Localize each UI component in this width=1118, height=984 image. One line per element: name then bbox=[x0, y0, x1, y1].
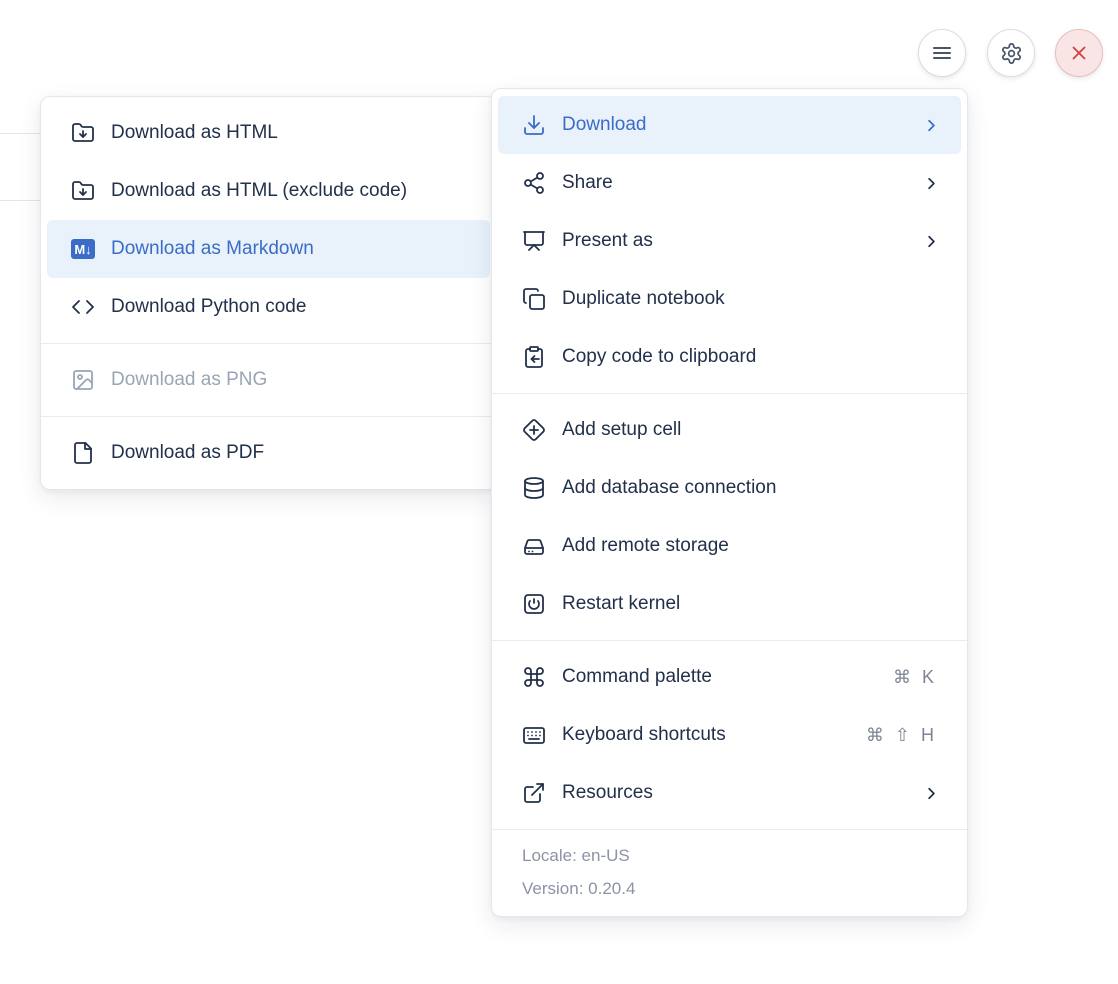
submenu-group: Download as HTML Download as HTML (exclu… bbox=[41, 97, 496, 343]
menu-item-label: Present as bbox=[562, 230, 913, 252]
menu-item-duplicate-notebook[interactable]: Duplicate notebook bbox=[498, 270, 961, 328]
chevron-right-icon bbox=[921, 115, 941, 135]
chevron-right-icon bbox=[921, 173, 941, 193]
menu-item-download[interactable]: Download bbox=[498, 96, 961, 154]
share-icon bbox=[522, 171, 546, 195]
menu-item-label: Copy code to clipboard bbox=[562, 346, 941, 368]
menu-item-label: Duplicate notebook bbox=[562, 288, 941, 310]
chevron-right-icon bbox=[921, 783, 941, 803]
locale-text: Locale: en-US bbox=[492, 839, 967, 872]
keyboard-icon bbox=[522, 723, 546, 747]
notebook-menu: Download Share Present as bbox=[491, 88, 968, 917]
menu-item-label: Add database connection bbox=[562, 477, 941, 499]
square-power-icon bbox=[522, 592, 546, 616]
menu-item-download-python-code[interactable]: Download Python code bbox=[47, 278, 490, 336]
menu-item-label: Share bbox=[562, 172, 913, 194]
menu-item-label: Download Python code bbox=[111, 296, 470, 318]
menu-item-copy-code-to-clipboard[interactable]: Copy code to clipboard bbox=[498, 328, 961, 386]
gear-icon bbox=[1000, 42, 1023, 65]
markdown-icon: M↓ bbox=[71, 237, 95, 261]
menu-footer: Locale: en-US Version: 0.20.4 bbox=[492, 830, 967, 916]
download-submenu: Download as HTML Download as HTML (exclu… bbox=[40, 96, 497, 490]
menu-item-label: Command palette bbox=[562, 666, 885, 688]
menu-item-resources[interactable]: Resources bbox=[498, 764, 961, 822]
close-icon bbox=[1068, 42, 1090, 64]
menu-item-label: Download as Markdown bbox=[111, 238, 470, 260]
command-icon bbox=[522, 665, 546, 689]
menu-item-add-remote-storage[interactable]: Add remote storage bbox=[498, 517, 961, 575]
menu-group: Command palette ⌘ K Keyboard shortcuts ⌘… bbox=[492, 641, 967, 829]
file-icon bbox=[71, 441, 95, 465]
menu-item-download-as-png: Download as PNG bbox=[47, 351, 490, 409]
presentation-icon bbox=[522, 229, 546, 253]
close-button[interactable] bbox=[1055, 29, 1103, 77]
diamond-plus-icon bbox=[522, 418, 546, 442]
code-icon bbox=[71, 295, 95, 319]
clipboard-copy-icon bbox=[522, 345, 546, 369]
menu-item-add-setup-cell[interactable]: Add setup cell bbox=[498, 401, 961, 459]
menu-group: Download Share Present as bbox=[492, 89, 967, 393]
folder-download-icon bbox=[71, 179, 95, 203]
submenu-group: Download as PNG bbox=[41, 344, 496, 416]
menu-item-command-palette[interactable]: Command palette ⌘ K bbox=[498, 648, 961, 706]
menu-item-keyboard-shortcuts[interactable]: Keyboard shortcuts ⌘ ⇧ H bbox=[498, 706, 961, 764]
shortcut-hint: ⌘ K bbox=[893, 667, 937, 688]
menu-item-label: Download as HTML bbox=[111, 122, 470, 144]
copy-icon bbox=[522, 287, 546, 311]
menu-item-label: Resources bbox=[562, 782, 913, 804]
settings-button[interactable] bbox=[987, 29, 1035, 77]
menu-item-present-as[interactable]: Present as bbox=[498, 212, 961, 270]
menu-item-add-database-connection[interactable]: Add database connection bbox=[498, 459, 961, 517]
menu-item-label: Keyboard shortcuts bbox=[562, 724, 858, 746]
background-divider bbox=[0, 200, 40, 201]
menu-item-restart-kernel[interactable]: Restart kernel bbox=[498, 575, 961, 633]
hamburger-icon bbox=[930, 41, 954, 65]
menu-item-label: Download as HTML (exclude code) bbox=[111, 180, 470, 202]
menu-item-download-as-html[interactable]: Download as HTML bbox=[47, 104, 490, 162]
version-text: Version: 0.20.4 bbox=[492, 872, 967, 905]
image-icon bbox=[71, 368, 95, 392]
hard-drive-icon bbox=[522, 534, 546, 558]
menu-item-label: Add setup cell bbox=[562, 419, 941, 441]
database-icon bbox=[522, 476, 546, 500]
hamburger-menu-button[interactable] bbox=[918, 29, 966, 77]
menu-item-label: Download bbox=[562, 114, 913, 136]
menu-item-download-as-pdf[interactable]: Download as PDF bbox=[47, 424, 490, 482]
download-icon bbox=[522, 113, 546, 137]
menu-item-label: Add remote storage bbox=[562, 535, 941, 557]
external-link-icon bbox=[522, 781, 546, 805]
app-window: Download as HTML Download as HTML (exclu… bbox=[0, 0, 1118, 984]
folder-download-icon bbox=[71, 121, 95, 145]
background-divider bbox=[0, 133, 40, 134]
menu-group: Add setup cell Add database connection A… bbox=[492, 394, 967, 640]
menu-item-download-as-html-exclude-code[interactable]: Download as HTML (exclude code) bbox=[47, 162, 490, 220]
menu-item-label: Download as PNG bbox=[111, 369, 470, 391]
shortcut-hint: ⌘ ⇧ H bbox=[866, 725, 937, 746]
menu-item-label: Download as PDF bbox=[111, 442, 470, 464]
chevron-right-icon bbox=[921, 231, 941, 251]
menu-item-download-as-markdown[interactable]: M↓ Download as Markdown bbox=[47, 220, 490, 278]
menu-item-share[interactable]: Share bbox=[498, 154, 961, 212]
menu-item-label: Restart kernel bbox=[562, 593, 941, 615]
submenu-group: Download as PDF bbox=[41, 417, 496, 489]
